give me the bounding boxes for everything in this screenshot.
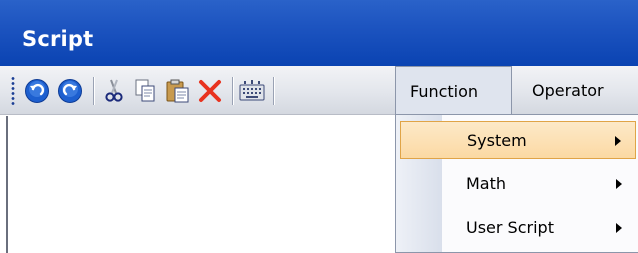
toolbar-separator [232, 77, 234, 105]
toolbar-separator [273, 77, 275, 105]
paste-icon [166, 79, 189, 103]
menu-item-math[interactable]: Math [400, 165, 636, 203]
redo-icon [58, 79, 82, 103]
scissors-icon [105, 79, 123, 102]
keyboard-icon [239, 80, 265, 101]
function-dropdown: System Math User Script [395, 114, 638, 253]
submenu-arrow-icon [616, 223, 622, 233]
toolbar-grip[interactable] [11, 76, 15, 106]
redo-button[interactable] [55, 76, 85, 106]
undo-icon [25, 79, 49, 103]
delete-icon [199, 80, 221, 102]
submenu-arrow-icon [615, 136, 621, 146]
menu-item-label: System [467, 131, 527, 150]
window-title: Script [22, 27, 94, 51]
toolbar-separator [93, 77, 95, 105]
menu-item-user-script[interactable]: User Script [400, 209, 636, 247]
submenu-arrow-icon [616, 179, 622, 189]
menu-item-label: Math [466, 174, 507, 193]
cut-button[interactable] [99, 76, 129, 106]
function-menu-label: Function [410, 81, 479, 101]
function-menu[interactable]: Function [395, 66, 512, 115]
title-bar: Script [0, 0, 638, 66]
undo-button[interactable] [22, 76, 52, 106]
paste-button[interactable] [163, 76, 193, 106]
menu-item-system[interactable]: System [400, 121, 636, 159]
script-window: Script Function Operator System Math Use… [0, 0, 638, 253]
operator-menu-label: Operator [532, 81, 604, 100]
copy-icon [135, 79, 155, 102]
copy-button[interactable] [130, 76, 160, 106]
operator-menu[interactable]: Operator [512, 66, 638, 115]
menu-item-label: User Script [466, 218, 554, 237]
keyboard-button[interactable] [237, 76, 267, 106]
delete-button[interactable] [195, 76, 225, 106]
